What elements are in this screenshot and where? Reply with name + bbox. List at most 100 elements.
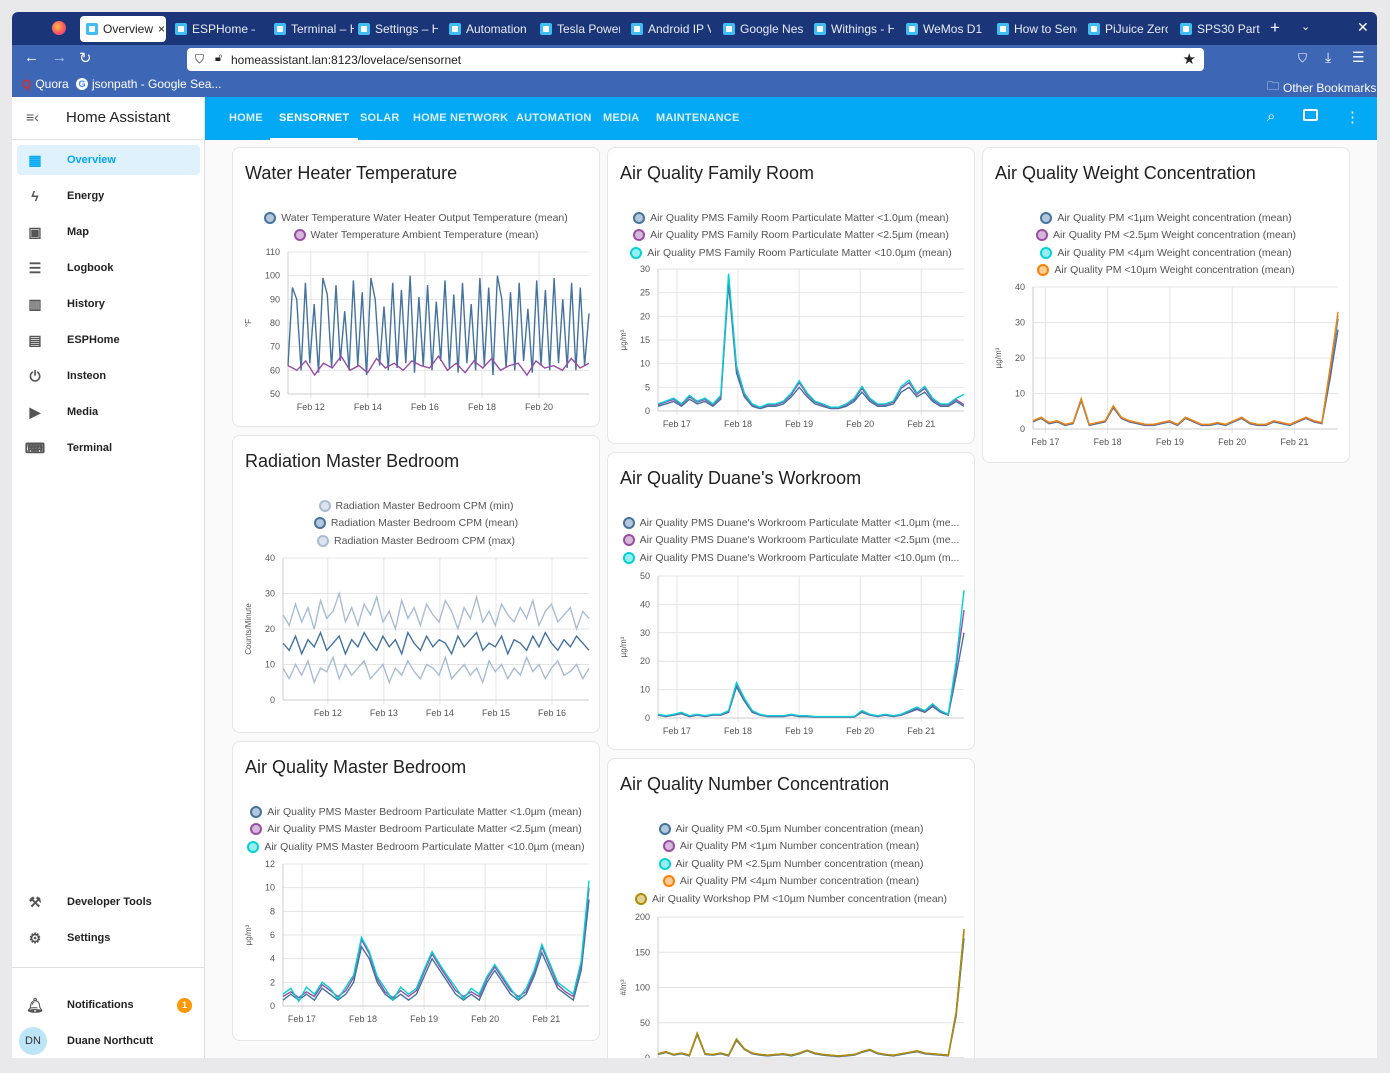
terminal-icon: ⌨ <box>24 439 46 456</box>
y-tick-label: 90 <box>270 294 280 304</box>
avatar: DN <box>19 1027 47 1055</box>
browser-tab[interactable]: Automation <box>443 16 529 42</box>
series-line-0 <box>287 275 590 376</box>
view-tab-home[interactable]: HOME <box>229 97 263 140</box>
chip-icon: ▤ <box>28 331 42 348</box>
history-card-weight: Air Quality Weight Concentration Air Qual… <box>982 147 1350 463</box>
assist-chat-icon[interactable] <box>1303 109 1318 121</box>
y-tick-label: 30 <box>640 264 650 274</box>
sidebar-item-settings[interactable]: ⚙ Settings <box>17 923 200 953</box>
x-tick-label: Feb 17 <box>663 726 691 736</box>
x-tick-label: Feb 17 <box>663 419 691 429</box>
sidebar-item-terminal[interactable]: ⌨ Terminal <box>17 433 200 463</box>
history-card-radiation: Radiation Master Bedroom Radiation Master… <box>232 435 600 733</box>
browser-tab[interactable]: Settings – H <box>352 16 438 42</box>
tab-label: Overview <box>103 22 154 36</box>
close-window-button[interactable]: ✕ <box>1357 19 1369 36</box>
sidebar-item-developer-tools[interactable]: ⚒ Developer Tools <box>17 887 200 917</box>
x-tick-label: Feb 18 <box>468 402 496 412</box>
downloads-icon[interactable]: ⤓ <box>1325 49 1331 66</box>
x-tick-label: Feb 13 <box>370 708 398 718</box>
browser-tab[interactable]: Google Nest <box>717 16 803 42</box>
browser-tab[interactable]: ESPHome – <box>169 16 255 42</box>
url-bar[interactable]: ⛉ 🔓︎ homeassistant.lan:8123/lovelace/sen… <box>187 48 1204 71</box>
sidebar-item-logbook[interactable]: ☰ Logbook <box>17 253 200 283</box>
dashboard-toolbar: HOME SENSORNET SOLAR HOME NETWORK AUTOMATION… <box>205 97 1377 140</box>
new-tab-button[interactable]: + <box>1270 18 1280 38</box>
chart-plot: 0 10 20 30 40 Feb 17 Feb 18 Feb 19 Feb 20 Feb 21 µ… <box>994 282 1339 447</box>
y-tick-label: 10 <box>265 883 275 893</box>
y-tick-label: 8 <box>270 906 275 916</box>
series-line-0 <box>1032 329 1339 427</box>
browser-tab[interactable]: Android IP V <box>625 16 711 42</box>
sidebar-item-history[interactable]: ▥ History <box>17 289 200 319</box>
view-tab-automation[interactable]: AUTOMATION <box>516 97 592 140</box>
browser-tab[interactable]: Terminal – H <box>268 16 354 42</box>
forward-button[interactable]: → <box>52 49 67 66</box>
view-tab-solar[interactable]: SOLAR <box>360 97 400 140</box>
chart-plot: 0 10 20 30 40 50 Feb 17 Feb 18 Feb 19 Feb 20 Feb 2… <box>619 571 965 736</box>
view-tab-sensornet[interactable]: SENSORNET <box>270 97 359 140</box>
bookmark-quora[interactable]: Q Quora <box>22 77 69 91</box>
sidebar-item-notifications[interactable]: 🔔︎ Notifications 1 <box>17 990 200 1020</box>
sidebar-item-map[interactable]: ▣ Map <box>17 217 200 247</box>
browser-tab[interactable]: PiJuice Zero <box>1082 16 1168 42</box>
google-icon: G <box>76 78 88 90</box>
y-tick-label: 70 <box>270 342 280 352</box>
sidebar-toggle-icon[interactable]: ≡‹ <box>26 109 39 125</box>
y-tick-label: 0 <box>645 713 650 723</box>
other-bookmarks[interactable]: 🗀︎ Other Bookmarks <box>1267 77 1376 98</box>
browser-tab[interactable]: Overview × <box>80 16 166 42</box>
sidebar-item-media[interactable]: ▶ Media <box>17 397 200 427</box>
series-line-1 <box>657 610 965 718</box>
user-name: Duane Northcutt <box>67 1035 154 1047</box>
view-tab-maintenance[interactable]: MAINTENANCE <box>656 97 739 140</box>
sidebar-item-energy[interactable]: ϟ Energy <box>17 181 200 211</box>
view-tab-media[interactable]: MEDIA <box>603 97 639 140</box>
dashboard-icon: ▦ <box>28 151 42 168</box>
tab-label: Withings - H <box>831 22 894 36</box>
sidebar-item-esphome[interactable]: ▤ ESPHome <box>17 325 200 355</box>
y-tick-label: 40 <box>1015 282 1025 292</box>
y-axis-label: µg/m³ <box>994 347 1003 368</box>
browser-tab[interactable]: WeMos D1 m <box>900 16 986 42</box>
y-tick-label: 10 <box>640 359 650 369</box>
sidebar-item-user[interactable]: DN Duane Northcutt <box>17 1026 200 1056</box>
tab-favicon-icon <box>1088 23 1100 35</box>
list-icon: ☰ <box>28 259 42 276</box>
y-tick-label: 30 <box>1015 318 1025 328</box>
y-tick-label: 30 <box>640 628 650 638</box>
series-line-1 <box>282 887 590 999</box>
more-options-icon[interactable]: ⋮ <box>1345 108 1360 126</box>
bookmark-jsonpath[interactable]: Gjsonpath - Google Sea... <box>76 77 221 91</box>
history-card-master: Air Quality Master Bedroom Air Quality PM… <box>232 741 600 1041</box>
y-axis-label: µg/m³ <box>619 329 628 350</box>
sidebar-item-overview[interactable]: ▦ Overview <box>17 145 200 175</box>
bookmark-star-icon[interactable]: ★ <box>1183 50 1196 68</box>
x-tick-label: Feb 21 <box>1280 437 1308 447</box>
back-button[interactable]: ← <box>24 49 39 66</box>
close-tab-icon[interactable]: × <box>158 22 165 36</box>
chart-icon: ▥ <box>28 295 42 312</box>
y-tick-label: 100 <box>265 271 280 281</box>
x-tick-label: Feb 19 <box>410 1014 438 1024</box>
y-tick-label: 20 <box>265 624 275 634</box>
pocket-icon[interactable]: ⛉ <box>1298 51 1307 66</box>
y-tick-label: 80 <box>270 318 280 328</box>
browser-tab[interactable]: Tesla Power <box>534 16 620 42</box>
y-axis-label: #/m³ <box>619 979 628 995</box>
notification-badge: 1 <box>177 997 192 1013</box>
menu-icon[interactable]: ☰ <box>1352 49 1365 66</box>
search-icon[interactable]: ⌕ <box>1267 108 1275 125</box>
tab-label: Settings – H <box>375 22 438 36</box>
browser-tab[interactable]: How to Send <box>991 16 1077 42</box>
list-tabs-button[interactable]: ⌄ <box>1301 20 1310 33</box>
hammer-icon: ⚒ <box>28 893 42 910</box>
browser-tab[interactable]: Withings - H <box>808 16 894 42</box>
browser-tab[interactable]: SPS30 Partic <box>1174 16 1260 42</box>
series-line-2 <box>282 630 590 656</box>
view-tab-home-network[interactable]: HOME NETWORK <box>413 97 508 140</box>
history-card-family: Air Quality Family Room Air Quality PMS F… <box>607 147 975 444</box>
reload-button[interactable]: ↻ <box>79 49 92 67</box>
sidebar-item-insteon[interactable]: ⏻ Insteon <box>17 361 200 391</box>
